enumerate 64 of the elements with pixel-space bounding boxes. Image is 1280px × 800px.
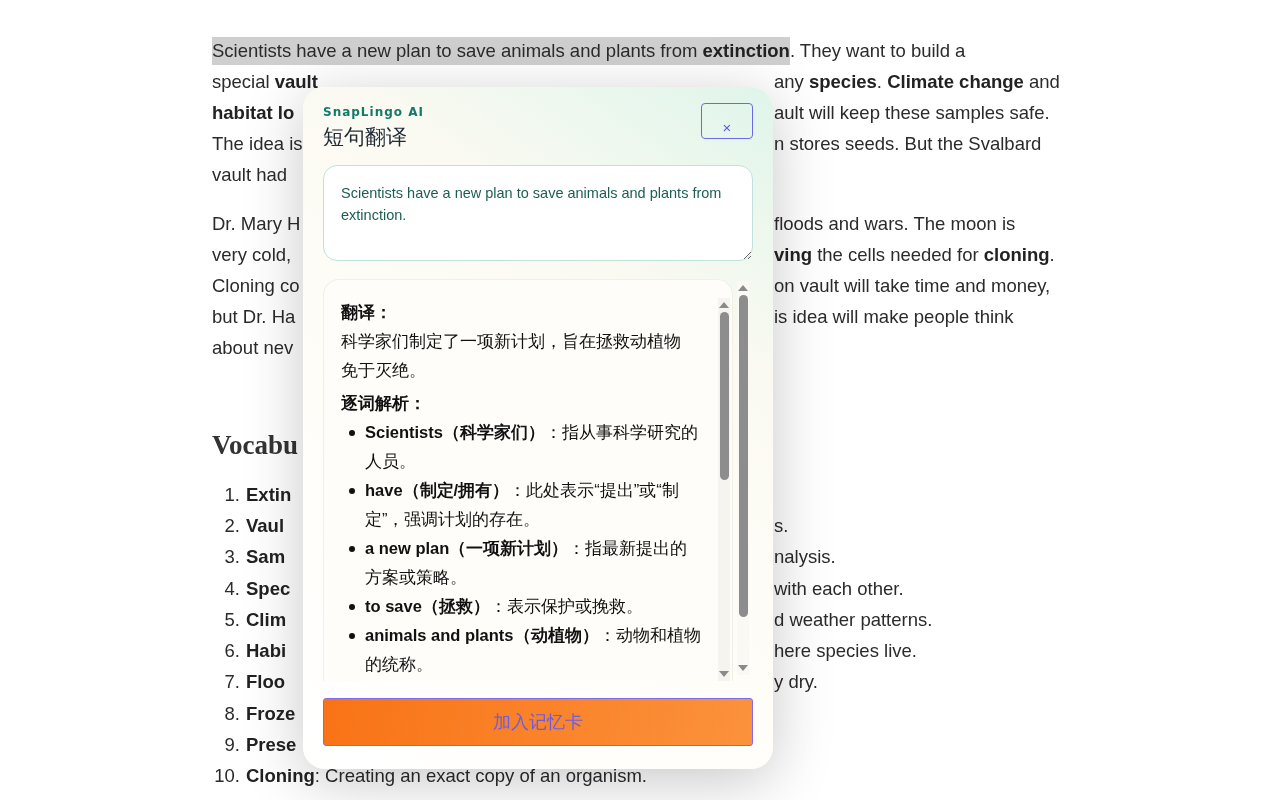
article-text: The idea is [212,132,303,155]
bullet-icon [349,604,355,610]
list-number: 9. [223,734,240,756]
analysis-item: a new plan（一项新计划）：指最新提出的方案或策略。 [365,538,689,588]
popup-title: 短句翻译 [323,124,408,150]
analysis-item: have（制定/拥有）：此处表示“提出”或“制定”，强调计划的存在。 [365,480,680,530]
scrollbar[interactable] [718,298,730,681]
vocabulary-text: d weather patterns. [774,608,933,631]
vocabulary-text: with each other. [774,577,904,600]
article-text: about nev [212,336,294,359]
list-number: 7. [223,671,240,694]
list-number: 5. [223,608,240,631]
list-number: 4. [223,577,240,600]
translation-text: 科学家们制定了一项新计划，旨在拯救动植物免于灭绝。 [341,331,682,381]
sentence-field[interactable]: Scientists have a new plan to save animals and plants from extinction. [323,165,753,261]
vocabulary-text: Froze [246,702,296,725]
vocabulary-text: Clim [246,608,287,631]
article-text: vault had [212,163,288,186]
vocabulary-text: Vaul [246,514,285,537]
list-number: 2. [223,514,240,537]
list-number: 1. [223,483,240,506]
vocabulary-text: s. [774,514,789,537]
bullet-icon [349,488,355,494]
vocabulary-text: Spec [246,577,291,600]
list-number: 3. [223,546,240,569]
vocabulary-text: Floo [246,671,286,694]
list-number: 8. [223,702,240,725]
analysis-item: to save（拯救）：表示保护或挽救。 [365,596,644,618]
vocabulary-text: here species live. [774,640,917,663]
close-button[interactable]: × [701,103,753,139]
article-text: habitat lo [212,101,295,124]
section-label: 翻译： [341,302,393,323]
selected-text: Scientists have a new plan to save animals and plants from extinction [212,36,790,65]
article-text: Dr. Mary H [212,212,301,235]
article-text: any species. Climate change and [774,70,1060,93]
section-label: 逐词解析： [341,393,427,414]
article-text: very cold, [212,243,292,266]
list-number: 10. [213,765,240,788]
vocabulary-text: Cloning: Creating an exact copy of an organism. [246,765,647,788]
article-text: ving the cells needed for cloning. [774,243,1055,266]
analysis-item: Scientists（科学家们）：指从事科学研究的人员。 [365,422,699,472]
brand-name: SnapLingo AI [323,105,424,119]
article-text: but Dr. Ha [212,305,296,328]
article-text: . They want to build a [789,39,966,62]
vocabulary-text: nalysis. [774,546,836,569]
vocabulary-text: Habi [246,640,287,663]
vocabulary-text: Extin [246,483,292,506]
bullet-icon [349,546,355,552]
vocabulary-text: Prese [246,734,297,756]
article-text: is idea will make people think [774,305,1014,328]
article-text: floods and wars. The moon is [774,212,1016,235]
list-number: 6. [223,640,240,663]
article-text: special vault [212,70,318,93]
vocabulary-text: y dry. [774,671,818,694]
article-text: n stores seeds. But the Svalbard [774,132,1042,155]
analysis-item: animals and plants（动植物）：动物和植物的统称。 [365,625,702,675]
article-text: Cloning co [212,274,300,297]
article-text: on vault will take time and money, [774,274,1051,297]
section-heading: Vocabu [212,429,299,462]
bullet-icon [349,430,355,436]
scrollbar[interactable] [737,281,749,675]
bullet-icon [349,633,355,639]
vocabulary-text: Sam [246,546,286,569]
article-text: ault will keep these samples safe. [774,101,1050,124]
